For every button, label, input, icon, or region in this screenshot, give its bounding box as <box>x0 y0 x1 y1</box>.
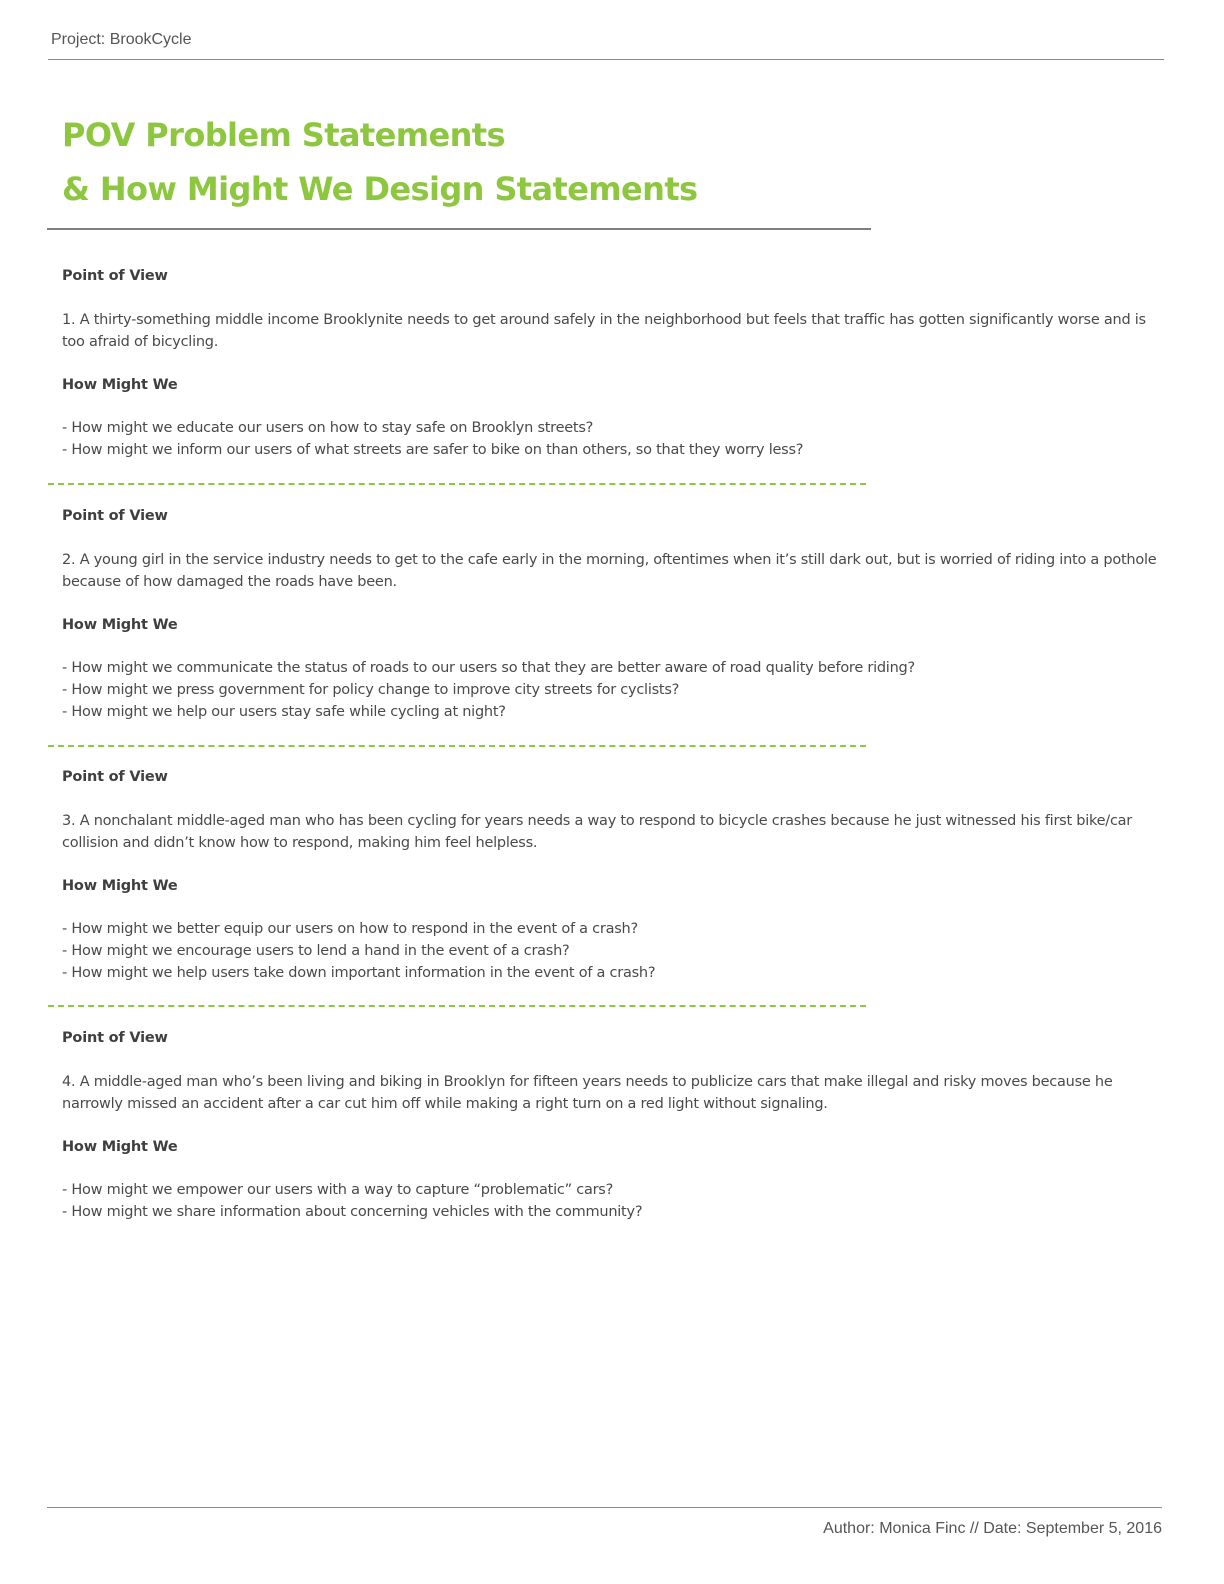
pov-statement: 4. A middle-aged man who’s been living a… <box>62 1074 1113 1112</box>
list-item: - How might we educate our users on how … <box>62 420 594 436</box>
list-item: - How might we share information about c… <box>62 1204 643 1220</box>
hmw-list: - How might we empower our users with a … <box>62 1179 1162 1223</box>
hmw-list: - How might we better equip our users on… <box>62 918 1162 984</box>
pov-section-2: Point of View 2. A young girl in the ser… <box>62 506 1162 723</box>
hmw-label: How Might We <box>62 617 178 633</box>
pov-label: Point of View <box>62 268 168 284</box>
hmw-label: How Might We <box>62 878 178 894</box>
pov-label: Point of View <box>62 769 168 785</box>
pov-statement: 3. A nonchalant middle-aged man who has … <box>62 813 1133 851</box>
hmw-label: How Might We <box>62 377 178 393</box>
list-item: - How might we better equip our users on… <box>62 921 638 937</box>
list-item: - How might we encourage users to lend a… <box>62 943 570 959</box>
hmw-list: - How might we communicate the status of… <box>62 657 1162 723</box>
footer-divider <box>47 1507 1162 1508</box>
list-item: - How might we press government for poli… <box>62 682 680 698</box>
pov-label: Point of View <box>62 508 168 524</box>
pov-statement: 2. A young girl in the service industry … <box>62 552 1157 590</box>
title-divider <box>47 228 871 230</box>
list-item: - How might we help our users stay safe … <box>62 704 506 720</box>
page-title-line-2: & How Might We Design Statements <box>62 170 698 208</box>
pov-statement: 1. A thirty-something middle income Broo… <box>62 312 1146 350</box>
pov-label: Point of View <box>62 1030 168 1046</box>
page-title: POV Problem Statements & How Might We De… <box>62 108 698 216</box>
section-divider <box>48 483 866 485</box>
hmw-label: How Might We <box>62 1139 178 1155</box>
pov-section-1: Point of View 1. A thirty-something midd… <box>62 266 1162 461</box>
list-item: - How might we communicate the status of… <box>62 660 915 676</box>
pov-section-4: Point of View 4. A middle-aged man who’s… <box>62 1028 1162 1223</box>
list-item: - How might we empower our users with a … <box>62 1182 614 1198</box>
project-name: Project: BrookCycle <box>51 31 192 48</box>
header-divider <box>48 59 1164 60</box>
hmw-list: - How might we educate our users on how … <box>62 417 1162 461</box>
footer-author-date: Author: Monica Finc // Date: September 5… <box>823 1520 1162 1537</box>
list-item: - How might we help users take down impo… <box>62 965 656 981</box>
section-divider <box>48 1005 866 1007</box>
pov-section-3: Point of View 3. A nonchalant middle-age… <box>62 767 1162 984</box>
page-title-line-1: POV Problem Statements <box>62 116 506 154</box>
list-item: - How might we inform our users of what … <box>62 442 804 458</box>
section-divider <box>48 745 866 747</box>
